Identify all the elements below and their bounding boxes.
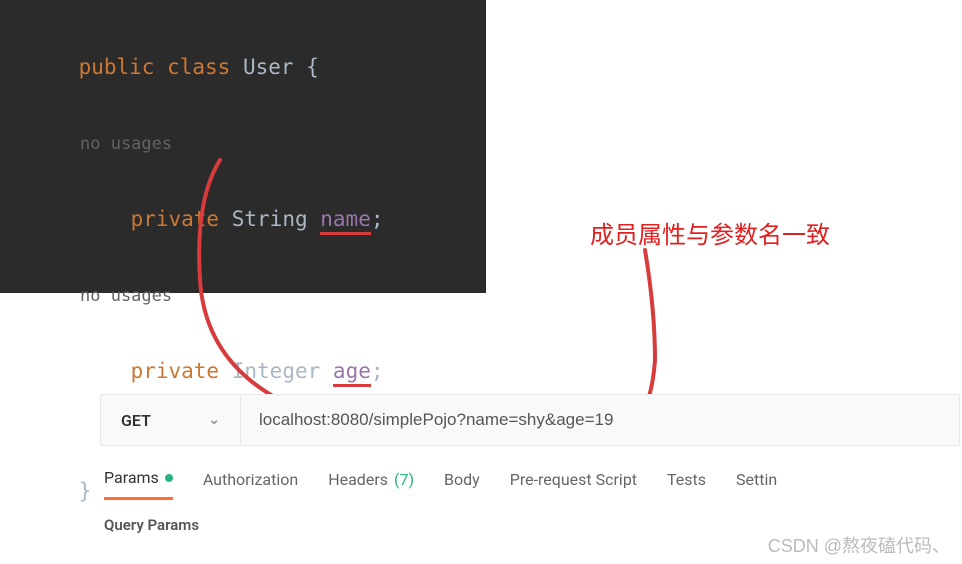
tab-body-label: Body (444, 470, 480, 489)
tab-settings[interactable]: Settin (736, 468, 777, 500)
field-age: age (333, 359, 371, 387)
code-editor: public class User { no usages private St… (0, 0, 486, 293)
usage-hint-2: no usages (0, 280, 486, 312)
url-bar: GET ⌄ (100, 394, 960, 446)
tab-params[interactable]: Params (104, 468, 173, 500)
watermark: CSDN @熬夜磕代码、 (768, 532, 950, 558)
tab-authorization[interactable]: Authorization (203, 468, 298, 500)
chevron-down-icon: ⌄ (208, 412, 220, 428)
tab-headers[interactable]: Headers (7) (328, 468, 414, 500)
type-integer: Integer (232, 359, 321, 383)
class-name: User (243, 55, 294, 79)
tabs: Params Authorization Headers (7) Body Pr… (100, 468, 960, 500)
status-dot-icon (165, 474, 173, 482)
field-name: name (320, 207, 371, 235)
postman-panel: GET ⌄ Params Authorization Headers (7) B… (100, 394, 960, 534)
tab-authorization-label: Authorization (203, 470, 298, 489)
tab-params-label: Params (104, 468, 159, 487)
url-input[interactable] (241, 395, 959, 445)
close-brace: } (79, 479, 92, 503)
open-brace: { (306, 55, 319, 79)
code-line-1: public class User { (0, 8, 486, 128)
code-line-2: private String name; (0, 160, 486, 280)
http-method-label: GET (121, 411, 151, 430)
http-method-selector[interactable]: GET ⌄ (101, 395, 241, 445)
annotation-text: 成员属性与参数名一致 (590, 215, 830, 250)
semicolon: ; (371, 359, 384, 383)
tab-headers-label: Headers (328, 470, 388, 489)
keyword-class: class (167, 55, 230, 79)
headers-count: (7) (394, 470, 414, 489)
usage-hint-1: no usages (0, 128, 486, 160)
tab-tests[interactable]: Tests (667, 468, 706, 500)
keyword-public: public (79, 55, 155, 79)
semicolon: ; (371, 207, 384, 231)
tab-prerequest-label: Pre-request Script (510, 470, 637, 489)
type-string: String (232, 207, 308, 231)
tab-prerequest[interactable]: Pre-request Script (510, 468, 637, 500)
tab-body[interactable]: Body (444, 468, 480, 500)
tab-settings-label: Settin (736, 470, 777, 489)
keyword-private: private (131, 207, 220, 231)
keyword-private: private (131, 359, 220, 383)
tab-tests-label: Tests (667, 470, 706, 489)
